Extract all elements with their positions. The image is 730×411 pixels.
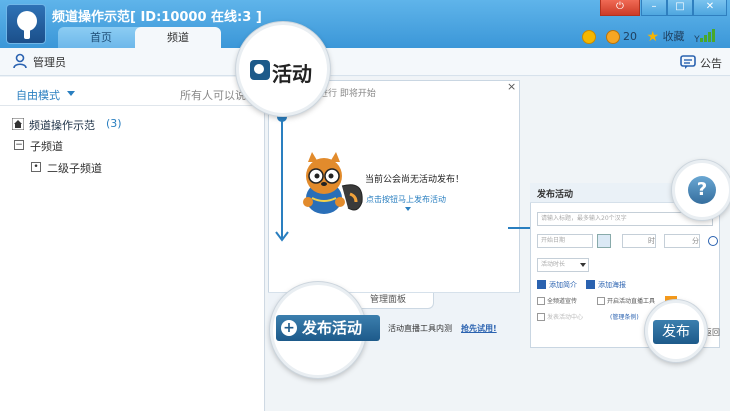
notice-icon (680, 55, 696, 69)
app-logo-icon (6, 4, 46, 44)
admin-user-icon (13, 53, 27, 69)
add-intro-icon (537, 280, 546, 289)
chevron-down-icon[interactable] (580, 263, 586, 267)
power-button[interactable]: ⏻ (600, 0, 640, 16)
help-icon[interactable]: ? (688, 176, 716, 204)
mode-dropdown[interactable]: 自由模式 (16, 87, 60, 103)
window-title: 频道操作示范[ ID:10000 在线:3 ] (52, 10, 262, 25)
home-icon (12, 118, 24, 130)
clock-icon[interactable] (708, 236, 718, 246)
mic-mode-label: 所有人可以说 (180, 89, 246, 102)
status-area: 20 ★ 收藏 Y (582, 28, 722, 46)
promote-checkbox[interactable] (537, 297, 545, 305)
coin-count: 20 (623, 29, 637, 43)
live-tool-text: 活动直播工具内测 (388, 324, 452, 333)
minimize-button[interactable]: – (641, 0, 667, 16)
activity-title[interactable]: 活动 (272, 58, 312, 87)
add-poster-link[interactable]: 添加海报 (598, 280, 626, 290)
promote-checkbox-label: 全频道宣传 (547, 298, 578, 305)
date-input[interactable]: 开始日期 (537, 234, 593, 248)
calendar-icon[interactable] (597, 234, 611, 248)
try-now-link[interactable]: 抢先试用! (461, 323, 497, 334)
close-button[interactable]: ✕ (693, 0, 727, 16)
favorite-label: 收藏 (662, 30, 685, 43)
channel-toolbar (0, 48, 730, 76)
activity-center-checkbox[interactable] (537, 313, 545, 321)
sub-channel-folder[interactable]: 子频道 (30, 138, 63, 154)
activity-close-icon[interactable]: × (507, 80, 516, 93)
chevron-down-icon[interactable] (67, 91, 75, 96)
add-intro-link[interactable]: 添加简介 (549, 280, 577, 290)
coin-icon (605, 29, 620, 44)
coin-counter[interactable]: 20 (605, 29, 637, 44)
hour-label: 时 (648, 237, 655, 245)
activity-center-label: 发表活动中心 (547, 314, 584, 321)
tab-home[interactable]: 首页 (58, 27, 144, 48)
flow-arrows (275, 112, 542, 242)
form-title: 发布活动 (537, 190, 574, 200)
minimize-icon: – (651, 1, 657, 12)
close-icon: ✕ (705, 1, 715, 12)
maximize-button[interactable]: □ (667, 0, 693, 16)
signal-icon: Y (694, 29, 716, 45)
admin-label[interactable]: 管理员 (33, 54, 66, 70)
emoji-face-icon[interactable] (582, 29, 596, 44)
rules-link[interactable]: (管理条例) (610, 312, 639, 321)
star-icon: ★ (646, 29, 660, 45)
image-icon (586, 280, 595, 289)
plus-icon: + (281, 320, 297, 336)
favorite-button[interactable]: ★ 收藏 (647, 28, 685, 45)
activity-icon (250, 60, 270, 80)
power-icon: ⏻ (616, 1, 624, 12)
channel-dot-icon: • (31, 162, 41, 172)
maximize-icon: □ (675, 1, 685, 12)
minute-label: 分 (692, 237, 699, 245)
collapse-toggle-icon[interactable]: − (14, 140, 24, 150)
channel-root-name[interactable]: 频道操作示范 (29, 117, 95, 133)
notice-button[interactable]: 公告 (700, 55, 722, 71)
live-tool-checkbox-label: 开启活动直播工具 (607, 298, 656, 305)
tab-channel[interactable]: 频道 (135, 27, 221, 48)
live-tool-checkbox[interactable] (597, 297, 605, 305)
form-publish-button[interactable]: 发布 (653, 320, 699, 344)
sub-channel-item[interactable]: 二级子频道 (47, 160, 102, 176)
channel-user-count: (3) (106, 117, 122, 130)
